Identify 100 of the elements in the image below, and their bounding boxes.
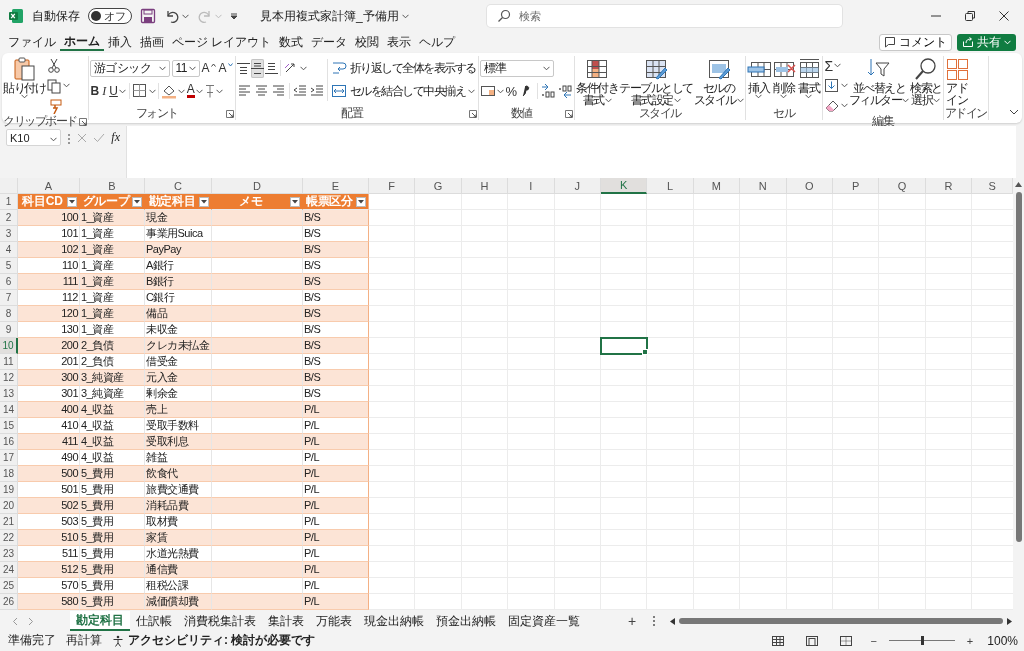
scroll-up-icon[interactable] — [1015, 182, 1022, 187]
vertical-align-button[interactable] — [250, 58, 264, 78]
table-cell[interactable]: P/L — [303, 466, 369, 482]
column-header[interactable]: I — [508, 178, 555, 194]
column-header[interactable]: L — [647, 178, 694, 194]
table-cell[interactable]: 3_純資産 — [80, 386, 145, 402]
table-cell[interactable]: 4_収益 — [80, 434, 145, 450]
table-cell[interactable]: 家賃 — [145, 530, 212, 546]
column-header[interactable]: S — [972, 178, 1013, 194]
table-cell[interactable]: 1_資産 — [80, 210, 145, 226]
search-field[interactable]: 検索 — [486, 5, 842, 27]
table-cell[interactable]: 120 — [18, 306, 80, 322]
table-cell[interactable] — [212, 386, 303, 402]
column-header[interactable]: G — [415, 178, 462, 194]
find-select-button[interactable]: 検索と 選択 — [910, 56, 942, 107]
filter-button[interactable] — [356, 197, 366, 207]
table-cell[interactable] — [212, 402, 303, 418]
table-cell[interactable]: 2_負債 — [80, 338, 145, 354]
column-header[interactable]: A — [18, 178, 80, 194]
table-cell[interactable] — [212, 242, 303, 258]
text-style-button[interactable]: B — [89, 81, 101, 101]
table-cell[interactable]: P/L — [303, 418, 369, 434]
table-cell[interactable]: 110 — [18, 258, 80, 274]
column-header[interactable]: H — [461, 178, 509, 194]
close-icon[interactable] — [998, 10, 1010, 22]
table-cell[interactable] — [212, 210, 303, 226]
merge-center-button[interactable]: セルを結合して中央揃え — [329, 81, 477, 101]
table-cell[interactable]: 101 — [18, 226, 80, 242]
table-cell[interactable]: P/L — [303, 530, 369, 546]
table-cell[interactable]: P/L — [303, 514, 369, 530]
row-header[interactable]: 21 — [0, 514, 18, 530]
table-cell[interactable]: 400 — [18, 402, 80, 418]
table-cell[interactable]: B銀行 — [145, 274, 212, 290]
table-cell[interactable]: 3_純資産 — [80, 370, 145, 386]
table-cell[interactable]: B/S — [303, 242, 369, 258]
wrap-text-button[interactable]: 折り返して全体を表示する — [329, 58, 477, 78]
table-cell[interactable]: 旅費交通費 — [145, 482, 212, 498]
table-cell[interactable]: 4_収益 — [80, 402, 145, 418]
table-cell[interactable]: 5_費用 — [80, 530, 145, 546]
table-cell[interactable] — [212, 530, 303, 546]
format-as-table-button[interactable]: テーブルとして 書式設定 — [619, 56, 693, 107]
sheet-tab[interactable]: 固定資産一覧 — [502, 611, 586, 631]
scroll-left-icon[interactable] — [670, 617, 676, 625]
table-cell[interactable]: 5_費用 — [80, 466, 145, 482]
row-header[interactable]: 16 — [0, 434, 18, 450]
scroll-right-icon[interactable] — [1007, 617, 1012, 625]
table-cell[interactable]: 取材費 — [145, 514, 212, 530]
ribbon-tab[interactable]: ページ レイアウト — [168, 33, 276, 51]
enter-icon[interactable] — [93, 133, 106, 143]
table-cell[interactable]: 借受金 — [145, 354, 212, 370]
table-cell[interactable]: 130 — [18, 322, 80, 338]
row-header[interactable]: 1 — [0, 194, 18, 210]
table-cell[interactable]: B/S — [303, 226, 369, 242]
collapse-ribbon-icon[interactable] — [1009, 109, 1019, 115]
row-header[interactable]: 13 — [0, 386, 18, 402]
table-cell[interactable]: B/S — [303, 306, 369, 322]
table-cell[interactable]: 4_収益 — [80, 450, 145, 466]
table-cell[interactable]: 元入金 — [145, 370, 212, 386]
ribbon-tab[interactable]: 表示 — [383, 33, 416, 51]
comment-button[interactable]: コメント — [879, 33, 952, 51]
table-cell[interactable] — [212, 450, 303, 466]
active-cell[interactable] — [600, 338, 648, 354]
table-cell[interactable]: 備品 — [145, 306, 212, 322]
table-cell[interactable] — [212, 578, 303, 594]
table-cell[interactable]: 1_資産 — [80, 322, 145, 338]
table-cell[interactable]: 112 — [18, 290, 80, 306]
row-header[interactable]: 14 — [0, 402, 18, 418]
table-cell[interactable]: P/L — [303, 594, 369, 610]
table-cell[interactable]: クレカ未払金 — [145, 338, 212, 354]
font-size-field[interactable]: 11 — [171, 59, 200, 77]
row-header[interactable]: 3 — [0, 226, 18, 242]
font-color-button[interactable]: A — [185, 81, 204, 101]
table-cell[interactable] — [212, 498, 303, 514]
table-cell[interactable]: 100 — [18, 210, 80, 226]
table-cell[interactable] — [212, 290, 303, 306]
table-cell[interactable] — [212, 482, 303, 498]
table-cell[interactable] — [212, 306, 303, 322]
column-header[interactable]: Q — [879, 178, 926, 194]
table-cell[interactable]: 減価償却費 — [145, 594, 212, 610]
insert-function-button[interactable]: fx — [111, 130, 120, 145]
table-cell[interactable]: B/S — [303, 322, 369, 338]
table-cell[interactable]: 1_資産 — [80, 242, 145, 258]
sheet-tab[interactable]: 現金出納帳 — [358, 611, 430, 631]
copy-button[interactable] — [46, 76, 70, 95]
table-cell[interactable]: 411 — [18, 434, 80, 450]
add-sheet-button[interactable]: + — [622, 613, 643, 629]
column-header[interactable]: D — [212, 178, 303, 194]
table-cell[interactable]: 事業用Suica — [145, 226, 212, 242]
table-cell[interactable]: 雑益 — [145, 450, 212, 466]
delete-button[interactable]: 削除 — [771, 56, 796, 100]
ribbon-tab[interactable]: ヘルプ — [415, 33, 460, 51]
table-cell[interactable]: 1_資産 — [80, 226, 145, 242]
customize-icon[interactable] — [230, 12, 238, 20]
text-style-button[interactable]: I — [101, 81, 108, 101]
row-header[interactable]: 20 — [0, 498, 18, 514]
table-cell[interactable]: 受取利息 — [145, 434, 212, 450]
table-cell[interactable]: 売上 — [145, 402, 212, 418]
table-cell[interactable]: P/L — [303, 450, 369, 466]
text-style-button[interactable]: U — [108, 81, 127, 101]
increase-decimal-button[interactable] — [540, 81, 557, 101]
